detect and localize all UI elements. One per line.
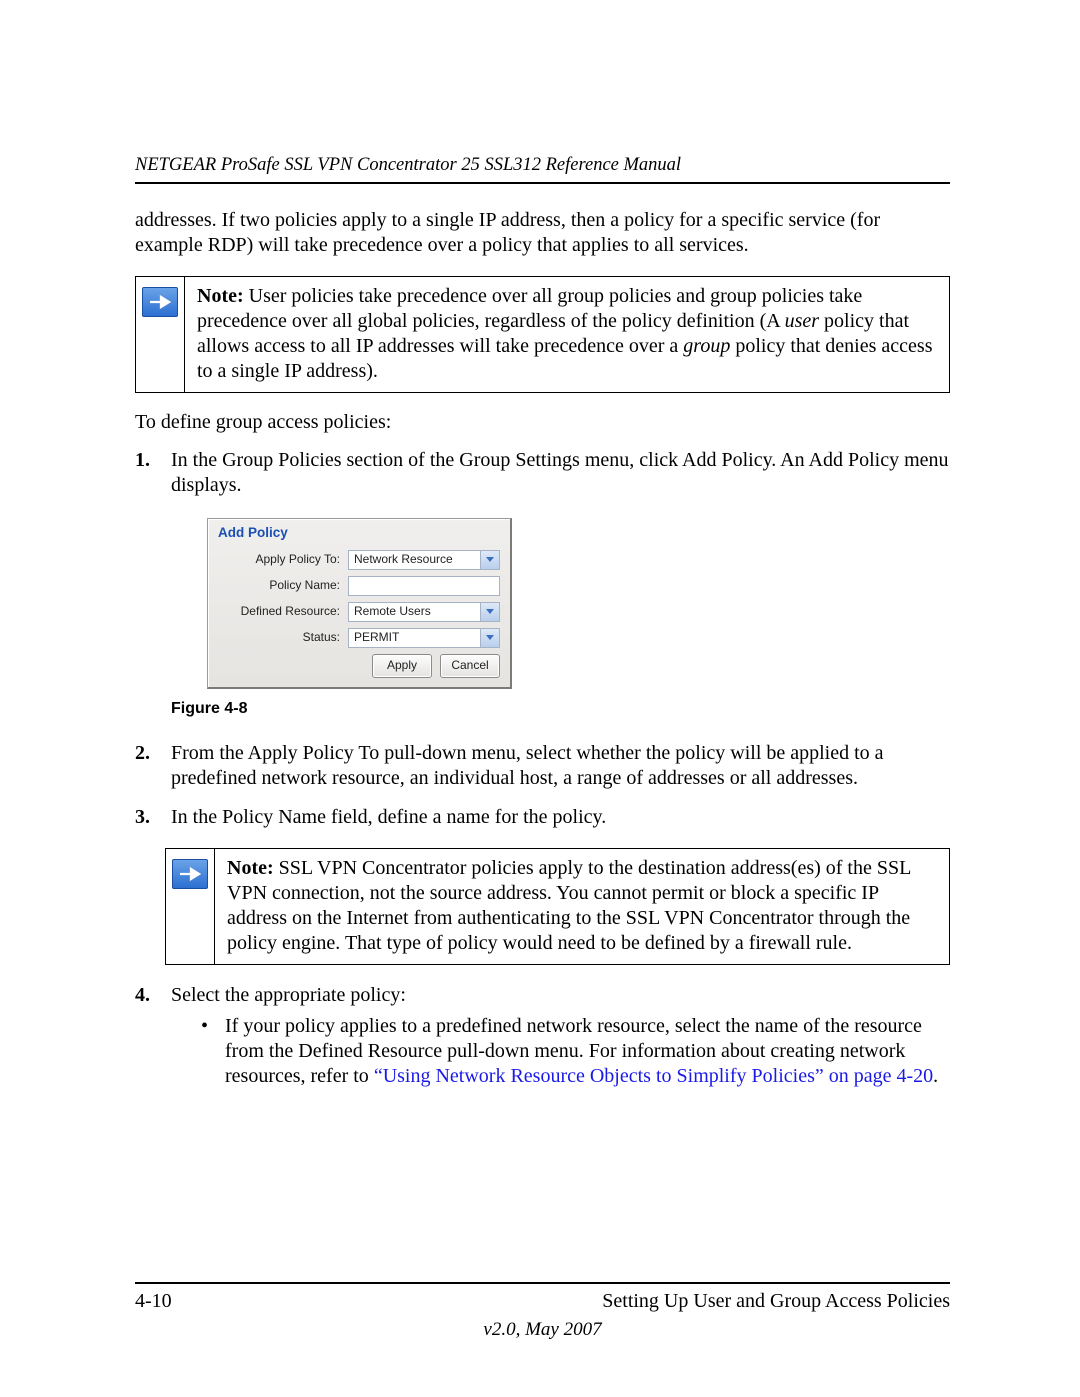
note-icon-cell	[166, 849, 215, 964]
figure-label: Figure 4-8	[171, 699, 950, 719]
note-body: SSL VPN Concentrator policies apply to t…	[227, 857, 911, 954]
note-italic: user	[785, 310, 819, 332]
dialog-button-row: Apply Cancel	[218, 654, 500, 678]
label-status: Status:	[218, 630, 348, 645]
step-number: 4.	[135, 983, 150, 1008]
apply-button[interactable]: Apply	[372, 654, 432, 678]
arrow-note-icon	[172, 859, 208, 889]
dialog-row-status: Status: PERMIT	[218, 628, 500, 648]
bullet-text-tail: .	[933, 1065, 938, 1087]
note-box: Note: SSL VPN Concentrator policies appl…	[165, 848, 950, 965]
step-text: In the Policy Name field, define a name …	[171, 806, 606, 828]
page-number: 4-10	[135, 1290, 172, 1313]
note-text: Note: SSL VPN Concentrator policies appl…	[215, 849, 949, 964]
policy-name-input[interactable]	[348, 576, 500, 596]
step-number: 2.	[135, 741, 150, 766]
note-text: Note: User policies take precedence over…	[185, 277, 949, 392]
apply-policy-to-dropdown[interactable]: Network Resource	[348, 550, 500, 570]
step-3: 3. In the Policy Name field, define a na…	[135, 805, 950, 965]
status-dropdown[interactable]: PERMIT	[348, 628, 500, 648]
cancel-button[interactable]: Cancel	[440, 654, 500, 678]
note-box: Note: User policies take precedence over…	[135, 276, 950, 393]
step-text: From the Apply Policy To pull-down menu,…	[171, 742, 884, 789]
dialog-row-policy-name: Policy Name:	[218, 576, 500, 596]
dialog-row-apply-to: Apply Policy To: Network Resource	[218, 550, 500, 570]
label-defined-resource: Defined Resource:	[218, 604, 348, 619]
step-text: In the Group Policies section of the Gro…	[171, 449, 949, 496]
note-italic: group	[683, 335, 730, 357]
cross-reference-link[interactable]: “Using Network Resource Objects to Simpl…	[374, 1065, 933, 1087]
page-footer: 4-10 Setting Up User and Group Access Po…	[135, 1282, 950, 1341]
dropdown-value: PERMIT	[354, 630, 399, 645]
note-label: Note:	[227, 857, 274, 879]
version-text: v2.0, May 2007	[135, 1319, 950, 1341]
dropdown-value: Remote Users	[354, 604, 431, 619]
label-apply-to: Apply Policy To:	[218, 552, 348, 567]
note-text-part: User policies take precedence over all g…	[197, 285, 862, 332]
chevron-down-icon[interactable]	[480, 551, 499, 569]
document-header: NETGEAR ProSafe SSL VPN Concentrator 25 …	[135, 155, 950, 176]
step-4: 4. Select the appropriate policy: If you…	[135, 983, 950, 1089]
body-paragraph: addresses. If two policies apply to a si…	[135, 208, 950, 258]
list-item: If your policy applies to a predefined n…	[201, 1014, 950, 1089]
step-2: 2. From the Apply Policy To pull-down me…	[135, 741, 950, 791]
add-policy-dialog: Add Policy Apply Policy To: Network Reso…	[207, 518, 512, 689]
note-icon-cell	[136, 277, 185, 392]
defined-resource-dropdown[interactable]: Remote Users	[348, 602, 500, 622]
step-text: Select the appropriate policy:	[171, 984, 406, 1006]
dropdown-value: Network Resource	[354, 552, 453, 567]
note-label: Note:	[197, 285, 244, 307]
step-number: 3.	[135, 805, 150, 830]
dialog-title: Add Policy	[218, 525, 500, 542]
section-title: Setting Up User and Group Access Policie…	[602, 1290, 950, 1313]
step-1: 1. In the Group Policies section of the …	[135, 448, 950, 719]
chevron-down-icon[interactable]	[480, 603, 499, 621]
lead-in-text: To define group access policies:	[135, 411, 950, 434]
step-number: 1.	[135, 448, 150, 473]
label-policy-name: Policy Name:	[218, 578, 348, 593]
chevron-down-icon[interactable]	[480, 629, 499, 647]
header-rule	[135, 182, 950, 184]
arrow-note-icon	[142, 287, 178, 317]
dialog-row-defined-resource: Defined Resource: Remote Users	[218, 602, 500, 622]
footer-rule	[135, 1282, 950, 1284]
